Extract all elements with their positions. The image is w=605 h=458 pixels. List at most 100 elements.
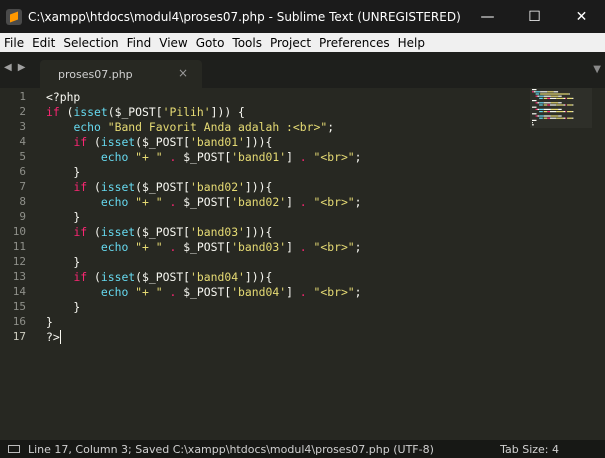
code-token: if (46, 105, 60, 119)
code-token: } (46, 315, 53, 329)
code-token: echo (100, 195, 129, 209)
minimap-token (556, 111, 564, 113)
code-token: $_POST[ (183, 150, 232, 164)
menu-tools[interactable]: Tools (228, 36, 266, 50)
code-token: $_POST[ (183, 195, 232, 209)
code-token: ] (286, 240, 300, 254)
line-number: 15 (12, 300, 26, 313)
code-token: ])){ (244, 225, 273, 239)
code-token: ; (354, 285, 362, 299)
title-bar: C:\xampp\htdocs\modul4\proses07.php - Su… (0, 0, 605, 33)
code-area[interactable]: <?php if (isset($_POST['Pilih'])) { echo … (46, 88, 526, 440)
minimap-token (535, 95, 538, 97)
code-line: if (isset($_POST['band04'])){ (46, 270, 272, 284)
code-token: "<br>" (313, 285, 355, 299)
minimap-token (543, 95, 551, 97)
code-line: } (46, 210, 80, 224)
minimap-token (532, 89, 537, 91)
minimap-token (567, 97, 573, 99)
minimap-token (543, 117, 548, 119)
vertical-scrollbar[interactable] (595, 88, 605, 440)
code-token: isset (100, 270, 136, 284)
minimap-token (565, 111, 567, 113)
line-number: 16 (12, 315, 26, 328)
panel-toggle-icon[interactable] (8, 445, 20, 453)
minimap-token (556, 97, 564, 99)
close-button[interactable]: ✕ (558, 0, 605, 33)
code-token: "<br>" (313, 150, 355, 164)
menu-view[interactable]: View (155, 36, 191, 50)
code-token: "<br>" (313, 195, 355, 209)
minimap[interactable] (530, 88, 592, 128)
menu-find[interactable]: Find (123, 36, 156, 50)
menu-goto[interactable]: Goto (192, 36, 229, 50)
line-number: 11 (12, 240, 26, 253)
tab-next-icon[interactable]: ▶ (18, 62, 26, 73)
minimap-token (558, 95, 562, 97)
code-token: ])){ (244, 270, 273, 284)
code-token: ( (59, 105, 74, 119)
code-token: $_POST[ (183, 285, 232, 299)
code-token: } (46, 255, 81, 269)
tab-prev-icon[interactable]: ◀ (4, 62, 12, 73)
code-token: ( (87, 270, 101, 284)
minimap-token (539, 97, 543, 99)
code-token: ($_POST[ (135, 270, 191, 284)
tab-proses07[interactable]: proses07.php × (40, 60, 202, 88)
minimize-button[interactable]: — (464, 0, 511, 33)
minimap-token (543, 115, 551, 117)
code-token: . (162, 285, 184, 299)
tab-size-indicator[interactable]: Tab Size: 4 (500, 443, 559, 456)
code-token: "+ " (135, 285, 163, 299)
tab-bar: ◀ ▶ proses07.php × ▼ (0, 52, 605, 88)
code-token: ?> (46, 330, 60, 344)
sublime-logo-icon (6, 8, 22, 25)
minimap-token (543, 108, 551, 110)
code-editor[interactable]: 1 2 3 4 5 6 7 8 9 10 11 12 13 14 15 16 17 <?php if (isset… (0, 88, 605, 440)
minimap-token (572, 104, 574, 106)
minimap-token (572, 97, 574, 99)
code-token: echo (100, 240, 129, 254)
line-number: 2 (19, 105, 26, 118)
code-token: if (73, 180, 88, 194)
minimap-token (532, 100, 537, 102)
code-token: 'band01' (231, 150, 287, 164)
code-token: ; (354, 150, 362, 164)
code-token: 'Pilih' (162, 105, 211, 119)
tab-overflow-icon[interactable]: ▼ (593, 64, 601, 75)
menu-help[interactable]: Help (394, 36, 429, 50)
maximize-button[interactable]: ☐ (511, 0, 558, 33)
minimap-token (567, 117, 573, 119)
code-token: 'band01' (190, 135, 245, 149)
line-number: 4 (19, 135, 26, 148)
code-line: } (46, 300, 80, 314)
minimap-token (537, 102, 540, 104)
minimap-token (540, 91, 548, 93)
menu-selection[interactable]: Selection (59, 36, 122, 50)
minimap-token (547, 91, 554, 93)
line-number: 3 (19, 120, 26, 133)
minimap-token (550, 97, 557, 99)
minimap-token (568, 93, 570, 95)
code-token: . (299, 240, 307, 254)
code-token: "Band Favorit Anda adalah :<br>" (107, 120, 328, 134)
menu-file[interactable]: File (0, 36, 28, 50)
tab-close-icon[interactable]: × (178, 66, 188, 80)
code-line: echo "+ " . $_POST['band02'] . "<br>"; (46, 195, 362, 209)
minimap-token (540, 93, 569, 95)
code-token: ( (87, 180, 101, 194)
code-token: "+ " (135, 195, 163, 209)
menu-preferences[interactable]: Preferences (315, 36, 394, 50)
minimap-token (539, 108, 544, 110)
minimap-token (532, 91, 534, 93)
code-token: ( (87, 225, 101, 239)
menu-edit[interactable]: Edit (28, 36, 59, 50)
code-token: } (46, 210, 81, 224)
code-token: ] (286, 150, 300, 164)
minimap-token (539, 117, 543, 119)
code-line: <?php (46, 90, 80, 104)
menu-project[interactable]: Project (266, 36, 315, 50)
